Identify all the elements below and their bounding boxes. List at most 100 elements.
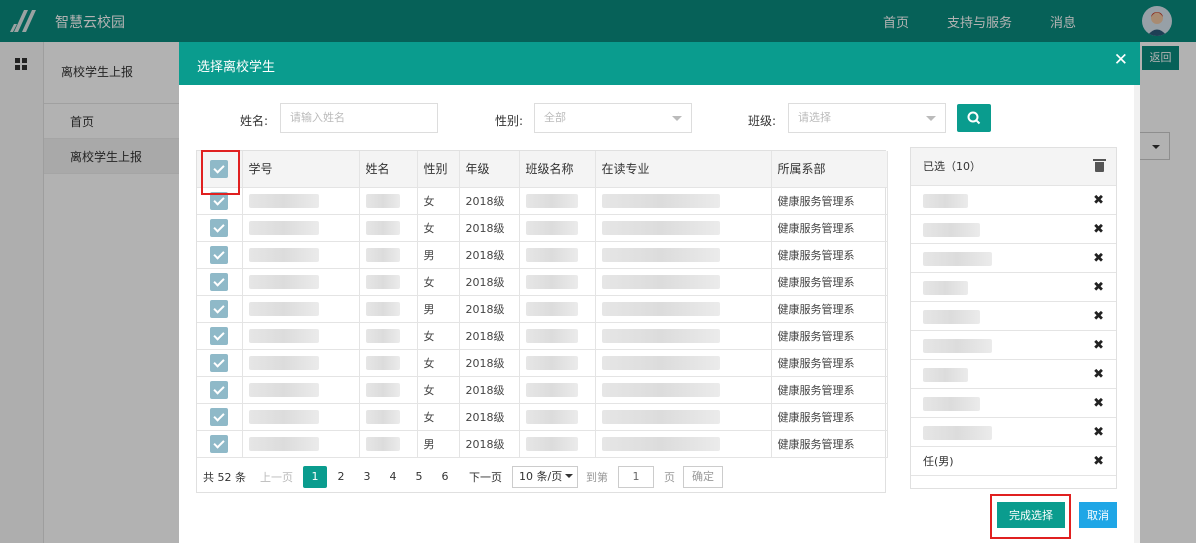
row-checkbox[interactable] xyxy=(210,299,228,318)
cell-class-name xyxy=(519,349,596,377)
col-class-name[interactable]: 班级名称 xyxy=(519,151,596,188)
row-checkbox[interactable] xyxy=(210,434,228,453)
selected-item-label xyxy=(923,426,992,440)
total-count: 共 52 条 xyxy=(203,471,246,484)
remove-selected-icon[interactable]: ✖ xyxy=(1093,360,1104,389)
selected-count: 已选（10） xyxy=(923,160,981,173)
col-gender[interactable]: 性别 xyxy=(417,151,460,188)
name-input[interactable]: 请输入姓名 xyxy=(280,103,438,133)
remove-selected-icon[interactable]: ✖ xyxy=(1093,273,1104,302)
cell-name xyxy=(359,430,418,458)
selected-item: ✖ xyxy=(911,331,1116,360)
goto-page-input[interactable]: 1 xyxy=(618,466,654,488)
cell-grade: 2018级 xyxy=(459,187,520,215)
remove-selected-icon[interactable]: ✖ xyxy=(1093,186,1104,215)
table-row[interactable]: 男 2018级 健康服务管理系 xyxy=(197,430,888,458)
table-row[interactable]: 女 2018级 健康服务管理系 xyxy=(197,349,888,377)
table-row[interactable]: 女 2018级 健康服务管理系 xyxy=(197,214,888,242)
table-row[interactable]: 女 2018级 健康服务管理系 xyxy=(197,376,888,404)
cell-name xyxy=(359,322,418,350)
class-select[interactable]: 请选择 xyxy=(788,103,946,133)
col-name[interactable]: 姓名 xyxy=(359,151,418,188)
selected-panel: 已选（10） ✖ ✖ ✖ ✖ ✖ ✖ ✖ ✖ ✖ 任(男) ✖ xyxy=(910,147,1117,489)
page-1[interactable]: 1 xyxy=(303,466,327,488)
cell-major xyxy=(595,295,772,323)
cell-student-id xyxy=(242,349,360,377)
cell-grade: 2018级 xyxy=(459,214,520,242)
close-icon[interactable]: ✕ xyxy=(1114,52,1128,69)
row-checkbox[interactable] xyxy=(210,380,228,399)
modal-scrollbar[interactable] xyxy=(1134,85,1140,543)
selected-item-label xyxy=(923,310,980,324)
search-button[interactable] xyxy=(957,104,991,132)
page-2[interactable]: 2 xyxy=(329,466,353,488)
cell-class-name xyxy=(519,322,596,350)
selected-item-label xyxy=(923,252,992,266)
selected-item-label xyxy=(923,223,980,237)
cell-major xyxy=(595,376,772,404)
row-checkbox[interactable] xyxy=(210,407,228,426)
cell-class-name xyxy=(519,187,596,215)
selected-item: ✖ xyxy=(911,389,1116,418)
goto-confirm-button[interactable]: 确定 xyxy=(683,466,723,488)
table-row[interactable]: 女 2018级 健康服务管理系 xyxy=(197,187,888,215)
row-checkbox[interactable] xyxy=(210,272,228,291)
row-checkbox[interactable] xyxy=(210,245,228,264)
table-row[interactable]: 女 2018级 健康服务管理系 xyxy=(197,322,888,350)
done-button-highlight xyxy=(990,494,1071,539)
page-5[interactable]: 5 xyxy=(407,466,431,488)
page-4[interactable]: 4 xyxy=(381,466,405,488)
class-label: 班级: xyxy=(748,114,777,128)
page-6[interactable]: 6 xyxy=(433,466,457,488)
table-row[interactable]: 女 2018级 健康服务管理系 xyxy=(197,268,888,296)
next-page-button[interactable]: 下一页 xyxy=(469,469,502,485)
remove-selected-icon[interactable]: ✖ xyxy=(1093,244,1104,273)
selected-item: ✖ xyxy=(911,244,1116,273)
cell-grade: 2018级 xyxy=(459,268,520,296)
remove-selected-icon[interactable]: ✖ xyxy=(1093,331,1104,360)
students-table: 学号 姓名 性别 年级 班级名称 在读专业 所属系部 女 2018级 健康服务管理系… xyxy=(196,150,888,493)
cell-class-name xyxy=(519,214,596,242)
cell-student-id xyxy=(242,430,360,458)
cell-student-id xyxy=(242,187,360,215)
cell-grade: 2018级 xyxy=(459,376,520,404)
cell-class-name xyxy=(519,241,596,269)
cell-name xyxy=(359,214,418,242)
cell-name xyxy=(359,187,418,215)
col-student-id[interactable]: 学号 xyxy=(242,151,360,188)
remove-selected-icon[interactable]: ✖ xyxy=(1093,447,1104,476)
cell-gender: 女 xyxy=(417,187,460,215)
cell-gender: 男 xyxy=(417,430,460,458)
row-checkbox[interactable] xyxy=(210,218,228,237)
cell-department: 健康服务管理系 xyxy=(771,187,888,215)
page-3[interactable]: 3 xyxy=(355,466,379,488)
goto-label: 到第 xyxy=(586,471,608,484)
table-row[interactable]: 男 2018级 健康服务管理系 xyxy=(197,241,888,269)
cell-major xyxy=(595,430,772,458)
row-checkbox[interactable] xyxy=(210,353,228,372)
col-department[interactable]: 所属系部 xyxy=(771,151,888,188)
page-size-select[interactable]: 10 条/页 xyxy=(512,466,578,488)
remove-selected-icon[interactable]: ✖ xyxy=(1093,215,1104,244)
cell-gender: 女 xyxy=(417,322,460,350)
cell-gender: 女 xyxy=(417,403,460,431)
prev-page-button[interactable]: 上一页 xyxy=(260,469,293,485)
selected-item: ✖ xyxy=(911,418,1116,447)
selected-item: ✖ xyxy=(911,360,1116,389)
selected-item-label: 任(男) xyxy=(923,455,954,468)
cell-major xyxy=(595,349,772,377)
cell-department: 健康服务管理系 xyxy=(771,403,888,431)
table-row[interactable]: 女 2018级 健康服务管理系 xyxy=(197,403,888,431)
gender-select[interactable]: 全部 xyxy=(534,103,692,133)
remove-selected-icon[interactable]: ✖ xyxy=(1093,389,1104,418)
col-major[interactable]: 在读专业 xyxy=(595,151,772,188)
row-checkbox[interactable] xyxy=(210,326,228,345)
remove-selected-icon[interactable]: ✖ xyxy=(1093,302,1104,331)
trash-icon[interactable] xyxy=(1093,159,1106,172)
table-row[interactable]: 男 2018级 健康服务管理系 xyxy=(197,295,888,323)
cell-student-id xyxy=(242,241,360,269)
col-grade[interactable]: 年级 xyxy=(459,151,520,188)
remove-selected-icon[interactable]: ✖ xyxy=(1093,418,1104,447)
cancel-button[interactable]: 取消 xyxy=(1079,502,1117,528)
cell-name xyxy=(359,241,418,269)
